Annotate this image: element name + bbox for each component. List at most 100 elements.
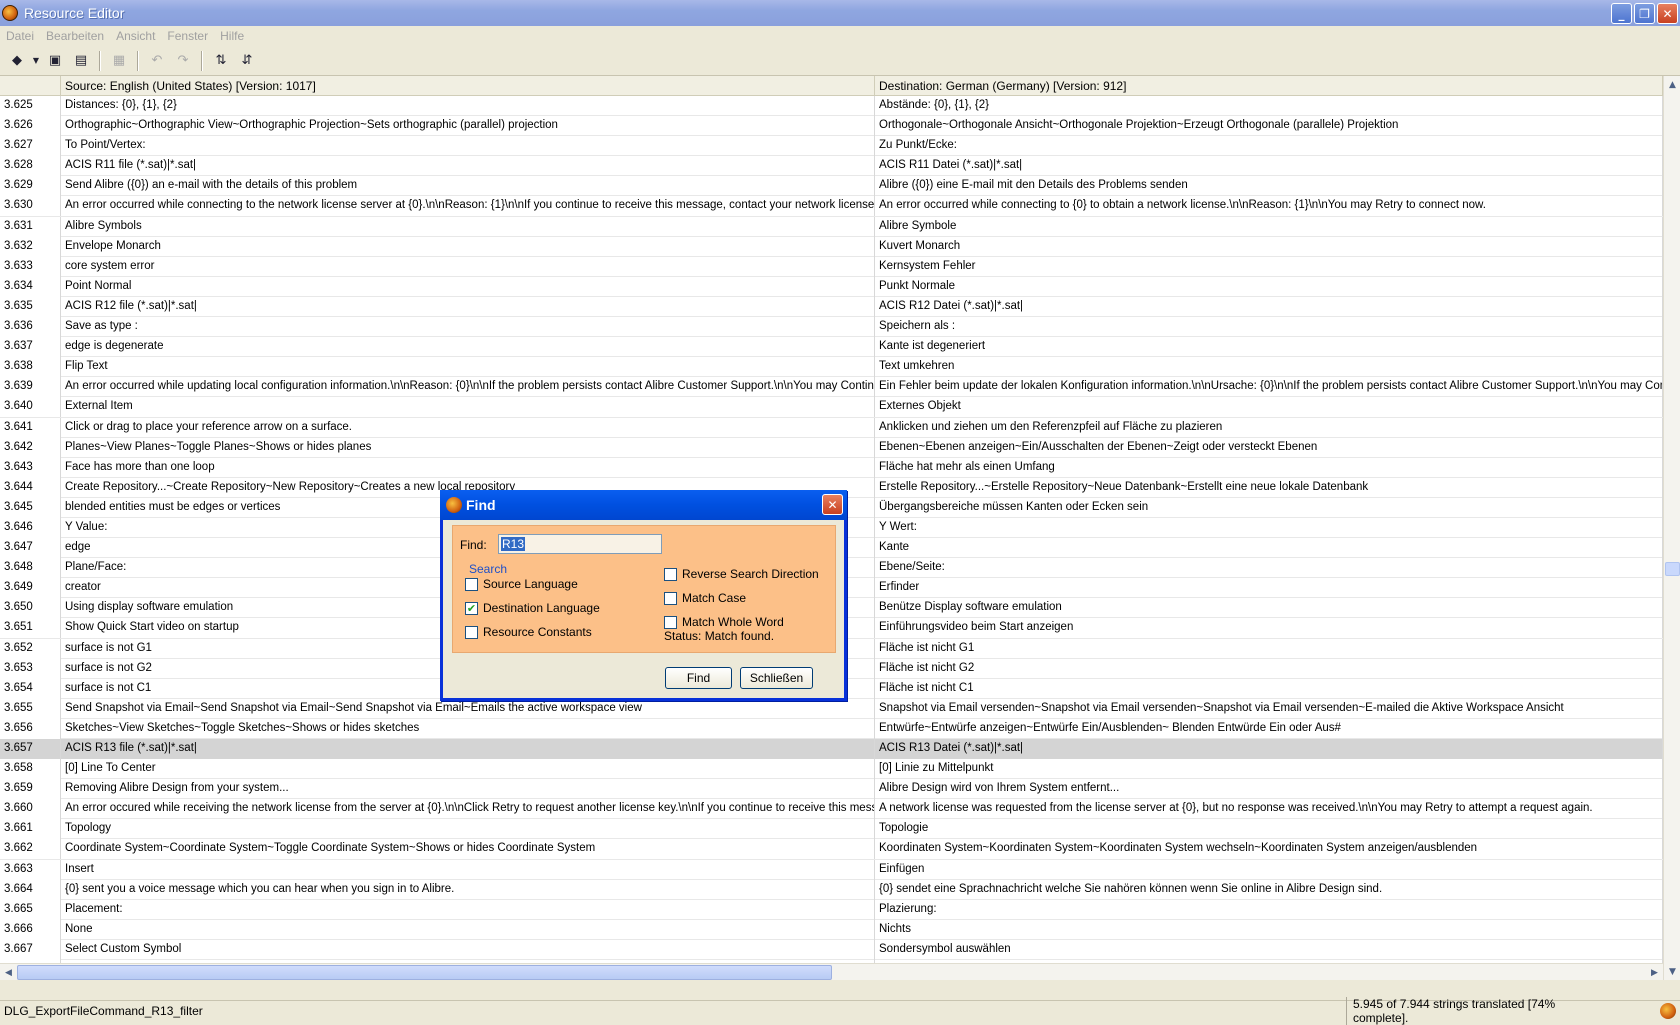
row-id-cell[interactable]: 3.662: [0, 839, 61, 860]
source-text-cell[interactable]: Planes~View Planes~Toggle Planes~Shows o…: [61, 437, 875, 458]
source-text-cell[interactable]: An error occurred while updating local c…: [61, 377, 875, 398]
row-id-cell[interactable]: 3.627: [0, 136, 61, 157]
destination-text-cell[interactable]: Anklicken und ziehen um den Referenzpfei…: [875, 417, 1663, 438]
row-id-cell[interactable]: 3.661: [0, 819, 61, 840]
destination-text-cell[interactable]: Plazierung:: [875, 899, 1663, 920]
destination-text-cell[interactable]: Alibre Symbole: [875, 216, 1663, 237]
import-icon[interactable]: ▣: [44, 50, 66, 72]
checkbox[interactable]: ✔: [465, 601, 478, 615]
table-row[interactable]: 3.625 Distances: {0}, {1}, {2} Abstände: {…: [0, 96, 1663, 117]
row-id-cell[interactable]: 3.657: [0, 739, 61, 759]
table-row[interactable]: 3.640 External Item Externes Objekt: [0, 397, 1663, 418]
row-id-cell[interactable]: 3.664: [0, 879, 61, 900]
source-text-cell[interactable]: Flip Text: [61, 357, 875, 378]
find-input[interactable]: R13: [498, 534, 662, 554]
row-id-cell[interactable]: 3.649: [0, 578, 61, 599]
source-text-cell[interactable]: Insert: [61, 859, 875, 880]
destination-text-cell[interactable]: Ein Fehler beim update der lokalen Konfi…: [875, 377, 1663, 398]
table-row[interactable]: 3.633 core system error Kernsystem Fehler: [0, 256, 1663, 277]
source-text-cell[interactable]: None: [61, 919, 875, 940]
table-row[interactable]: 3.663 Insert Einfügen: [0, 859, 1663, 880]
row-id-cell[interactable]: 3.652: [0, 638, 61, 659]
destination-text-cell[interactable]: Benütze Display software emulation: [875, 598, 1663, 619]
row-id-cell[interactable]: 3.636: [0, 317, 61, 338]
destination-text-cell[interactable]: Speichern als :: [875, 317, 1663, 338]
destination-text-cell[interactable]: An error occurred while connecting to {0…: [875, 196, 1663, 217]
row-id-cell[interactable]: 3.628: [0, 156, 61, 177]
menu-item[interactable]: Fenster: [167, 29, 208, 43]
row-id-cell[interactable]: 3.666: [0, 919, 61, 940]
destination-column-header[interactable]: Destination: German (Germany) [Version: …: [875, 76, 1663, 96]
row-id-cell[interactable]: 3.633: [0, 256, 61, 277]
undo-icon[interactable]: ↶: [146, 50, 168, 72]
source-text-cell[interactable]: An error occured while receiving the net…: [61, 799, 875, 820]
checkbox[interactable]: [664, 591, 677, 605]
row-id-cell[interactable]: 3.639: [0, 377, 61, 398]
source-text-cell[interactable]: Alibre Symbols: [61, 216, 875, 237]
destination-text-cell[interactable]: Zu Punkt/Ecke:: [875, 136, 1663, 157]
table-row[interactable]: 3.659 Removing Alibre Design from your sy…: [0, 779, 1663, 800]
table-row[interactable]: 3.634 Point Normal Punkt Normale: [0, 276, 1663, 297]
source-text-cell[interactable]: edge is degenerate: [61, 337, 875, 358]
row-id-cell[interactable]: 3.631: [0, 216, 61, 237]
destination-text-cell[interactable]: {0} sendet eine Sprachnachricht welche S…: [875, 879, 1663, 900]
source-text-cell[interactable]: Select Custom Symbol: [61, 939, 875, 960]
table-row[interactable]: 3.661 Topology Topologie: [0, 819, 1663, 840]
destination-text-cell[interactable]: Sondersymbol auswählen: [875, 939, 1663, 960]
row-id-cell[interactable]: 3.656: [0, 718, 61, 739]
id-column-header[interactable]: [0, 76, 61, 96]
row-id-cell[interactable]: 3.645: [0, 497, 61, 518]
row-id-cell[interactable]: 3.667: [0, 939, 61, 960]
destination-text-cell[interactable]: Alibre ({0}) eine E-mail mit den Details…: [875, 176, 1663, 197]
source-text-cell[interactable]: Placement:: [61, 899, 875, 920]
row-id-cell[interactable]: 3.642: [0, 437, 61, 458]
row-id-cell[interactable]: 3.632: [0, 236, 61, 257]
option-match-case[interactable]: Match Case: [664, 591, 746, 605]
table-row[interactable]: 3.639 An error occurred while updating lo…: [0, 377, 1663, 398]
source-text-cell[interactable]: Sketches~View Sketches~Toggle Sketches~S…: [61, 718, 875, 739]
destination-text-cell[interactable]: Übergangsbereiche müssen Kanten oder Eck…: [875, 497, 1663, 518]
option-reverse-search-direction[interactable]: Reverse Search Direction: [664, 567, 819, 581]
open-project-icon[interactable]: ◆: [6, 50, 28, 72]
source-text-cell[interactable]: Send Alibre ({0}) an e-mail with the det…: [61, 176, 875, 197]
source-text-cell[interactable]: Save as type :: [61, 317, 875, 338]
row-id-cell[interactable]: 3.634: [0, 276, 61, 297]
destination-text-cell[interactable]: Einführungsvideo beim Start anzeigen: [875, 618, 1663, 639]
option-match-whole-word[interactable]: Match Whole Word: [664, 615, 784, 629]
destination-text-cell[interactable]: ACIS R11 Datei (*.sat)|*.sat|: [875, 156, 1663, 177]
source-text-cell[interactable]: ACIS R12 file (*.sat)|*.sat|: [61, 296, 875, 317]
destination-text-cell[interactable]: ACIS R13 Datei (*.sat)|*.sat|: [875, 739, 1663, 759]
row-id-cell[interactable]: 3.648: [0, 558, 61, 579]
close-window-button[interactable]: ✕: [1657, 3, 1678, 24]
row-id-cell[interactable]: 3.640: [0, 397, 61, 418]
source-text-cell[interactable]: Orthographic~Orthographic View~Orthograp…: [61, 116, 875, 137]
checkbox[interactable]: [465, 625, 478, 639]
row-id-cell[interactable]: 3.625: [0, 96, 61, 116]
destination-text-cell[interactable]: Kernsystem Fehler: [875, 256, 1663, 277]
row-id-cell[interactable]: 3.653: [0, 658, 61, 679]
table-row[interactable]: 3.627 To Point/Vertex: Zu Punkt/Ecke:: [0, 136, 1663, 157]
scroll-right-icon[interactable]: ▶: [1646, 964, 1663, 980]
row-id-cell[interactable]: 3.630: [0, 196, 61, 217]
source-text-cell[interactable]: Face has more than one loop: [61, 457, 875, 478]
source-text-cell[interactable]: [0] Line To Center: [61, 759, 875, 780]
horizontal-scrollbar[interactable]: ◀ ▶: [0, 963, 1663, 980]
source-text-cell[interactable]: An error occurred while connecting to th…: [61, 196, 875, 217]
table-row[interactable]: 3.642 Planes~View Planes~Toggle Planes~Sh…: [0, 437, 1663, 458]
table-row[interactable]: 3.667 Select Custom Symbol Sondersymbol au…: [0, 939, 1663, 961]
row-id-cell[interactable]: 3.659: [0, 779, 61, 800]
row-id-cell[interactable]: 3.647: [0, 538, 61, 559]
row-id-cell[interactable]: 3.626: [0, 116, 61, 137]
minimize-button[interactable]: _: [1611, 3, 1632, 24]
destination-text-cell[interactable]: Text umkehren: [875, 357, 1663, 378]
destination-text-cell[interactable]: Erstelle Repository...~Erstelle Reposito…: [875, 477, 1663, 498]
table-row[interactable]: 3.630 An error occurred while connecting …: [0, 196, 1663, 217]
row-id-cell[interactable]: 3.646: [0, 517, 61, 538]
dropdown-arrow-icon[interactable]: ▼: [32, 50, 40, 72]
destination-text-cell[interactable]: Alibre Design wird von Ihrem System entf…: [875, 779, 1663, 800]
destination-text-cell[interactable]: Fläche ist nicht G1: [875, 638, 1663, 659]
destination-text-cell[interactable]: ACIS R12 Datei (*.sat)|*.sat|: [875, 296, 1663, 317]
row-id-cell[interactable]: 3.655: [0, 698, 61, 719]
destination-text-cell[interactable]: Abstände: {0}, {1}, {2}: [875, 96, 1663, 116]
source-text-cell[interactable]: Distances: {0}, {1}, {2}: [61, 96, 875, 116]
